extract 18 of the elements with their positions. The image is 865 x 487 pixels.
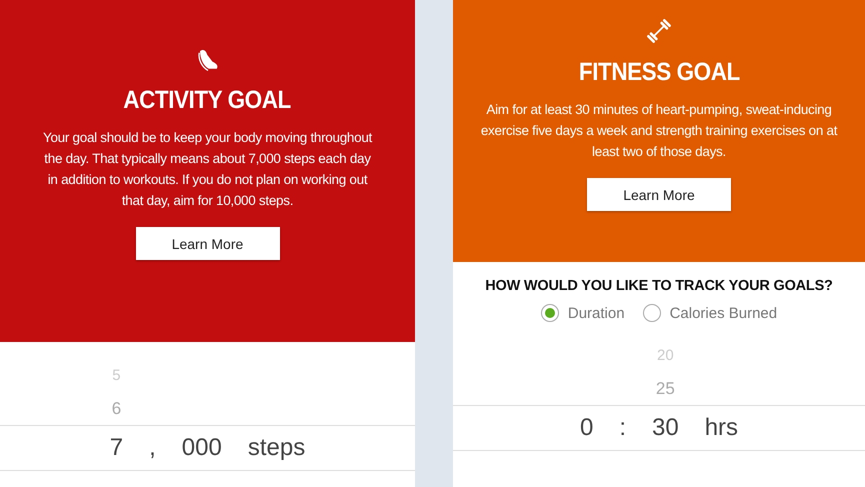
radio-option[interactable]: Duration	[540, 304, 625, 322]
learn-more-button[interactable]: Learn More	[587, 178, 731, 211]
separator: :	[619, 413, 626, 443]
goal-description: Aim for at least 30 minutes of heart-pumping, sweat-inducing exercise five days a week and strength training exercises on at least two of those days.	[480, 101, 838, 161]
picker-value[interactable]: 0	[580, 405, 594, 451]
goal-description: Your goal should be to keep your body moving throughout the day. That typically means about 7,000 steps each day in addition to workouts. If you do not plan on working out that day, aim for 10,000 steps.	[42, 129, 374, 210]
unit-label: steps	[248, 433, 306, 463]
goal-title: FITNESS GOAL	[578, 58, 740, 87]
dumbbell-icon	[644, 16, 674, 46]
goal-title: ACTIVITY GOAL	[124, 86, 292, 115]
picker-value[interactable]: 7	[110, 425, 124, 471]
learn-more-button[interactable]: Learn More	[136, 227, 280, 260]
picker-value[interactable]: 000	[182, 425, 222, 471]
separator: ,	[149, 433, 156, 463]
track-question: HOW WOULD YOU LIKE TO TRACK YOUR GOALS?	[484, 278, 834, 294]
radio-option[interactable]: Calories Burned	[642, 304, 778, 322]
unit-label: hrs	[704, 413, 738, 443]
picker-value[interactable]: 30	[652, 405, 679, 451]
